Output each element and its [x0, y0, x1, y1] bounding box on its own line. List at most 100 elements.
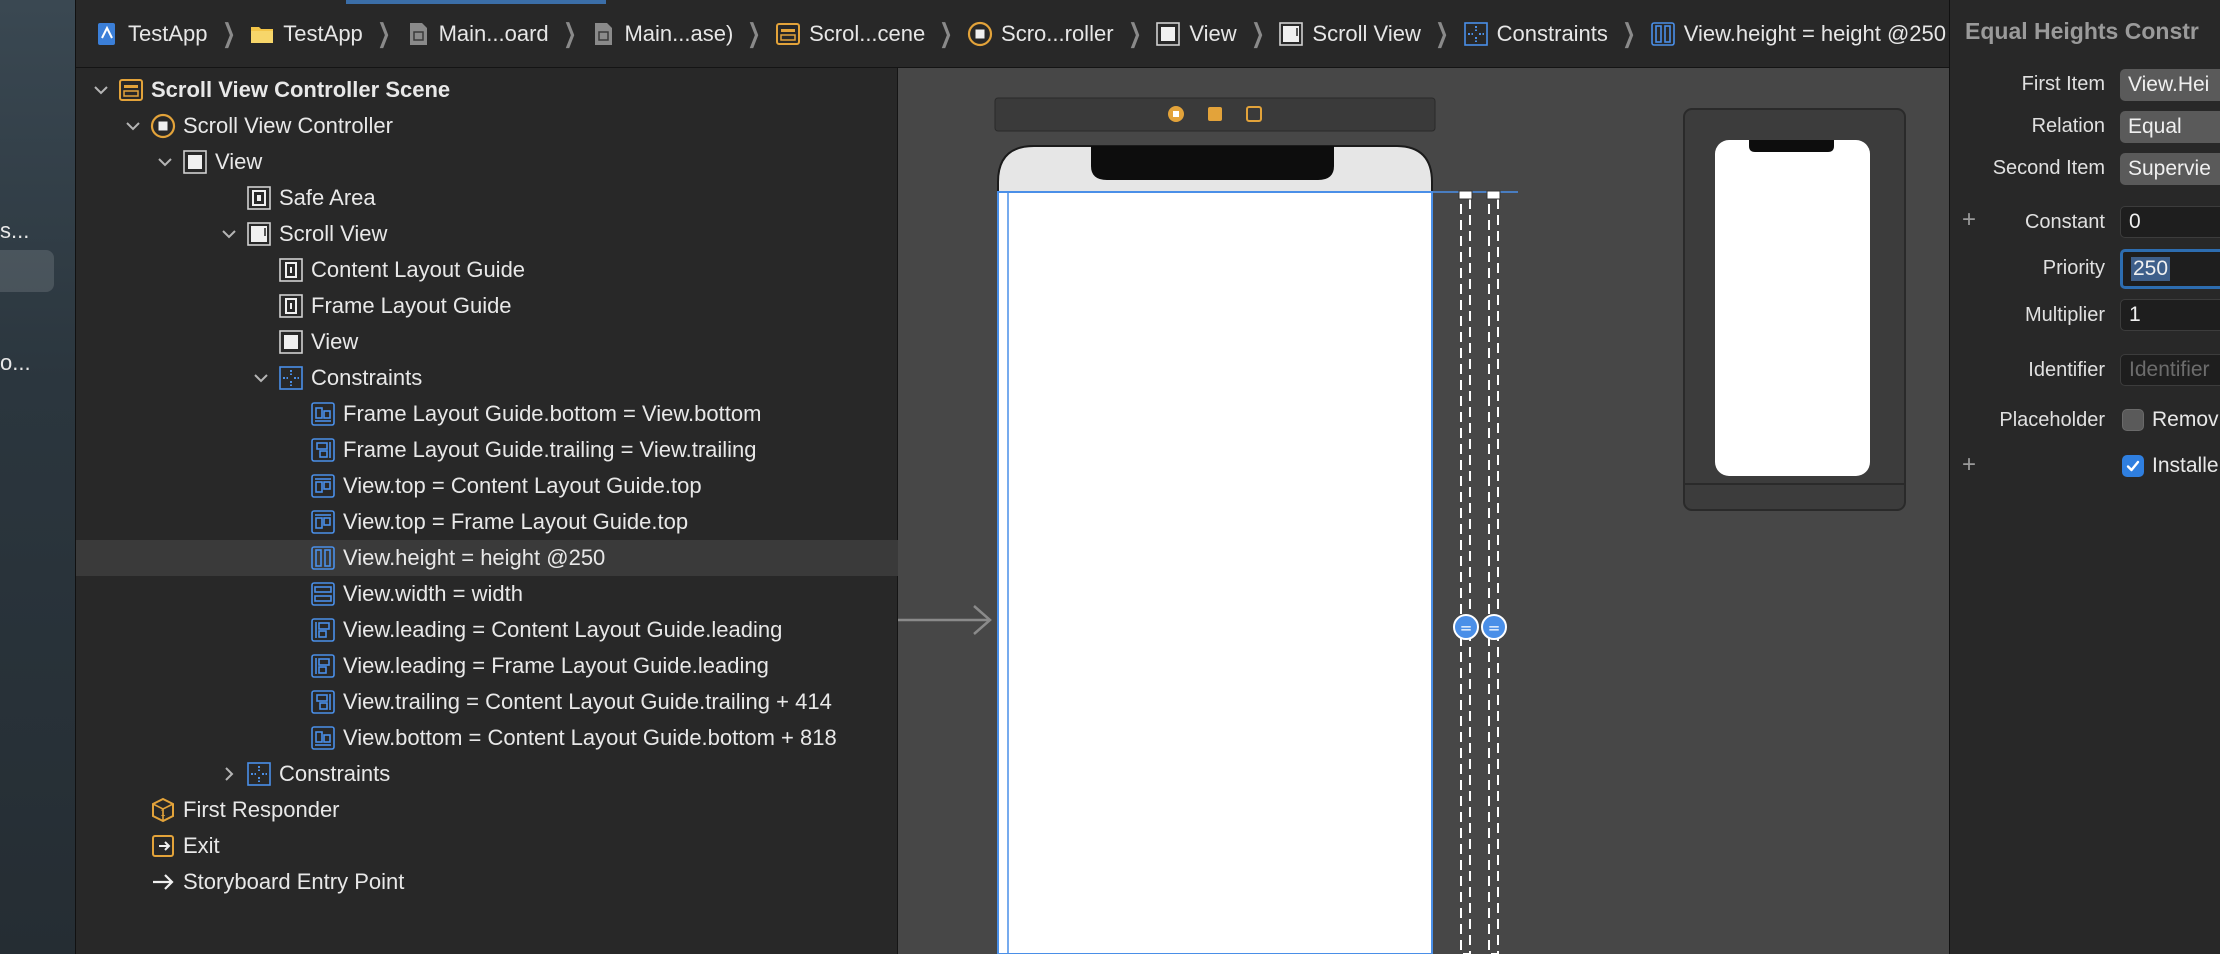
breadcrumb-label: Scro...roller — [1001, 20, 1114, 46]
outline-row[interactable]: 1 First Responder — [76, 792, 898, 828]
outline-row[interactable]: View.bottom = Content Layout Guide.botto… — [76, 720, 898, 756]
outline-row[interactable]: Scroll View Controller Scene — [76, 72, 898, 108]
first-item-popup[interactable]: View.Hei — [2120, 69, 2220, 101]
outline-row[interactable]: View — [76, 324, 898, 360]
breadcrumb-item[interactable]: Scroll View — [1278, 21, 1421, 47]
chevron-down-icon[interactable] — [220, 225, 238, 243]
safe-area-icon — [246, 185, 272, 211]
second-item-label: Second Item — [1992, 157, 2105, 179]
breadcrumb-item[interactable]: TestApp — [94, 21, 208, 47]
outline-row-label: View.top = Content Layout Guide.top — [343, 473, 702, 498]
outline-row-label: Scroll View Controller — [183, 113, 393, 138]
breadcrumb-item[interactable]: TestApp — [249, 21, 363, 47]
outline-row-label: Exit — [183, 833, 220, 858]
outline-row[interactable]: Exit — [76, 828, 898, 864]
outline-row-label: Frame Layout Guide.bottom = View.bottom — [343, 401, 762, 426]
chevron-down-icon[interactable] — [156, 153, 174, 171]
outline-row-label: Storyboard Entry Point — [183, 869, 405, 894]
checkmark-icon — [2126, 460, 2140, 472]
chevron-down-icon[interactable] — [252, 369, 270, 387]
multiplier-field[interactable]: 1 — [2120, 299, 2220, 331]
outline-row[interactable]: Scroll View Controller — [76, 108, 898, 144]
exit-icon — [150, 833, 176, 859]
installed-plus-icon[interactable]: + — [1962, 451, 1976, 479]
outline-row[interactable]: Constraints — [76, 360, 898, 396]
breadcrumb-separator-icon: ❯ — [747, 18, 761, 48]
second-item-popup[interactable]: Supervie — [2120, 153, 2220, 185]
breadcrumb-item[interactable]: Main...oard — [405, 21, 549, 47]
outline-row[interactable]: View.top = Content Layout Guide.top — [76, 468, 898, 504]
outline-row[interactable]: Content Layout Guide — [76, 252, 898, 288]
placeholder-checkbox-label: Remov — [2152, 408, 2219, 431]
breadcrumb-item[interactable]: Scro...roller — [967, 20, 1114, 47]
breadcrumb-item[interactable]: Constraints — [1463, 21, 1608, 47]
first-item-label: First Item — [2021, 73, 2105, 95]
outline-row[interactable]: Frame Layout Guide.bottom = View.bottom — [76, 396, 898, 432]
view-controller-icon — [967, 21, 993, 47]
view-controller-icon — [150, 113, 176, 139]
constant-label: Constant — [2024, 211, 2105, 233]
outline-row[interactable]: Frame Layout Guide — [76, 288, 898, 324]
outline-row[interactable]: View — [76, 144, 898, 180]
outline-row[interactable]: View.height = height @250 — [76, 540, 898, 576]
priority-field[interactable]: 250 — [2120, 249, 2220, 289]
layout-guide-icon — [278, 257, 304, 283]
relation-popup[interactable]: Equal — [2120, 111, 2220, 143]
breadcrumb-label: View.height = height @250 — [1683, 20, 1947, 46]
svg-text:=: = — [1488, 619, 1501, 637]
top-constraint-icon — [310, 473, 336, 499]
bottom-constraint-icon — [310, 725, 336, 751]
view-icon — [278, 329, 304, 355]
outline-row[interactable]: View.top = Frame Layout Guide.top — [76, 504, 898, 540]
placeholder-label: Placeholder — [1999, 409, 2105, 431]
outline-row[interactable]: Safe Area — [76, 180, 898, 216]
equal-heights-indicator: = = — [1453, 190, 1507, 954]
breadcrumb-label: Constraints — [1496, 20, 1608, 46]
breadcrumb-label: Scrol...cene — [809, 20, 926, 46]
breadcrumb-separator-icon: ❯ — [939, 18, 953, 48]
outline-row[interactable]: View.leading = Frame Layout Guide.leadin… — [76, 648, 898, 684]
scroll-view-icon — [1278, 21, 1304, 47]
constant-plus-icon[interactable]: + — [1962, 206, 1976, 234]
breadcrumb-item[interactable]: View — [1155, 21, 1237, 47]
identifier-label: Identifier — [2028, 359, 2105, 381]
height-constraint-icon — [310, 545, 336, 571]
outline-row-label: View.trailing = Content Layout Guide.tra… — [343, 689, 832, 714]
placeholder-checkbox[interactable] — [2122, 409, 2144, 431]
constant-field[interactable]: 0 — [2120, 206, 2220, 238]
breadcrumb-label: TestApp — [128, 20, 208, 46]
relation-label: Relation — [2031, 115, 2105, 137]
project-icon — [94, 21, 120, 47]
outline-row-label: Content Layout Guide — [311, 257, 526, 282]
breadcrumb-label: Main...oard — [438, 20, 549, 46]
outline-row[interactable]: View.trailing = Content Layout Guide.tra… — [76, 684, 898, 720]
breadcrumb-item[interactable]: Scrol...cene — [775, 21, 925, 47]
outline-row[interactable]: Frame Layout Guide.trailing = View.trail… — [76, 432, 898, 468]
breadcrumb: TestApp ❯ TestApp ❯ Main...oard ❯ Main...ase) ❯… — [76, 0, 1949, 68]
outline-row[interactable]: Constraints — [76, 756, 898, 792]
storyboard-canvas[interactable]: = = — [898, 68, 1949, 954]
scene-dock-responder-icon — [1208, 107, 1222, 121]
breadcrumb-separator-icon: ❯ — [1435, 18, 1449, 48]
outline-row[interactable]: View.leading = Content Layout Guide.lead… — [76, 612, 898, 648]
identifier-field[interactable]: Identifier — [2120, 354, 2220, 386]
first-responder-icon: 1 — [150, 797, 176, 823]
outline-row-label: View.bottom = Content Layout Guide.botto… — [343, 725, 837, 750]
breadcrumb-item[interactable]: Main...ase) — [590, 21, 733, 47]
chevron-down-icon[interactable] — [92, 81, 110, 99]
outline-row[interactable]: Scroll View — [76, 216, 898, 252]
outline-row-label: View.width = width — [343, 581, 523, 606]
desktop-highlight[interactable] — [0, 250, 54, 292]
svg-text:1: 1 — [160, 809, 166, 819]
outline-row[interactable]: Storyboard Entry Point — [76, 864, 898, 900]
outline-row-label: Scroll View Controller Scene — [151, 77, 451, 102]
leading-constraint-icon — [310, 617, 336, 643]
breadcrumb-item[interactable]: View.height = height @250 — [1650, 21, 1946, 47]
chevron-down-icon[interactable] — [124, 117, 142, 135]
trailing-constraint-icon — [310, 689, 336, 715]
outline-row[interactable]: View.width = width — [76, 576, 898, 612]
installed-checkbox[interactable] — [2122, 455, 2144, 477]
outline-row-label: Frame Layout Guide.trailing = View.trail… — [343, 437, 757, 462]
outline-row-label: View.leading = Content Layout Guide.lead… — [343, 617, 783, 642]
chevron-right-icon[interactable] — [220, 765, 238, 783]
